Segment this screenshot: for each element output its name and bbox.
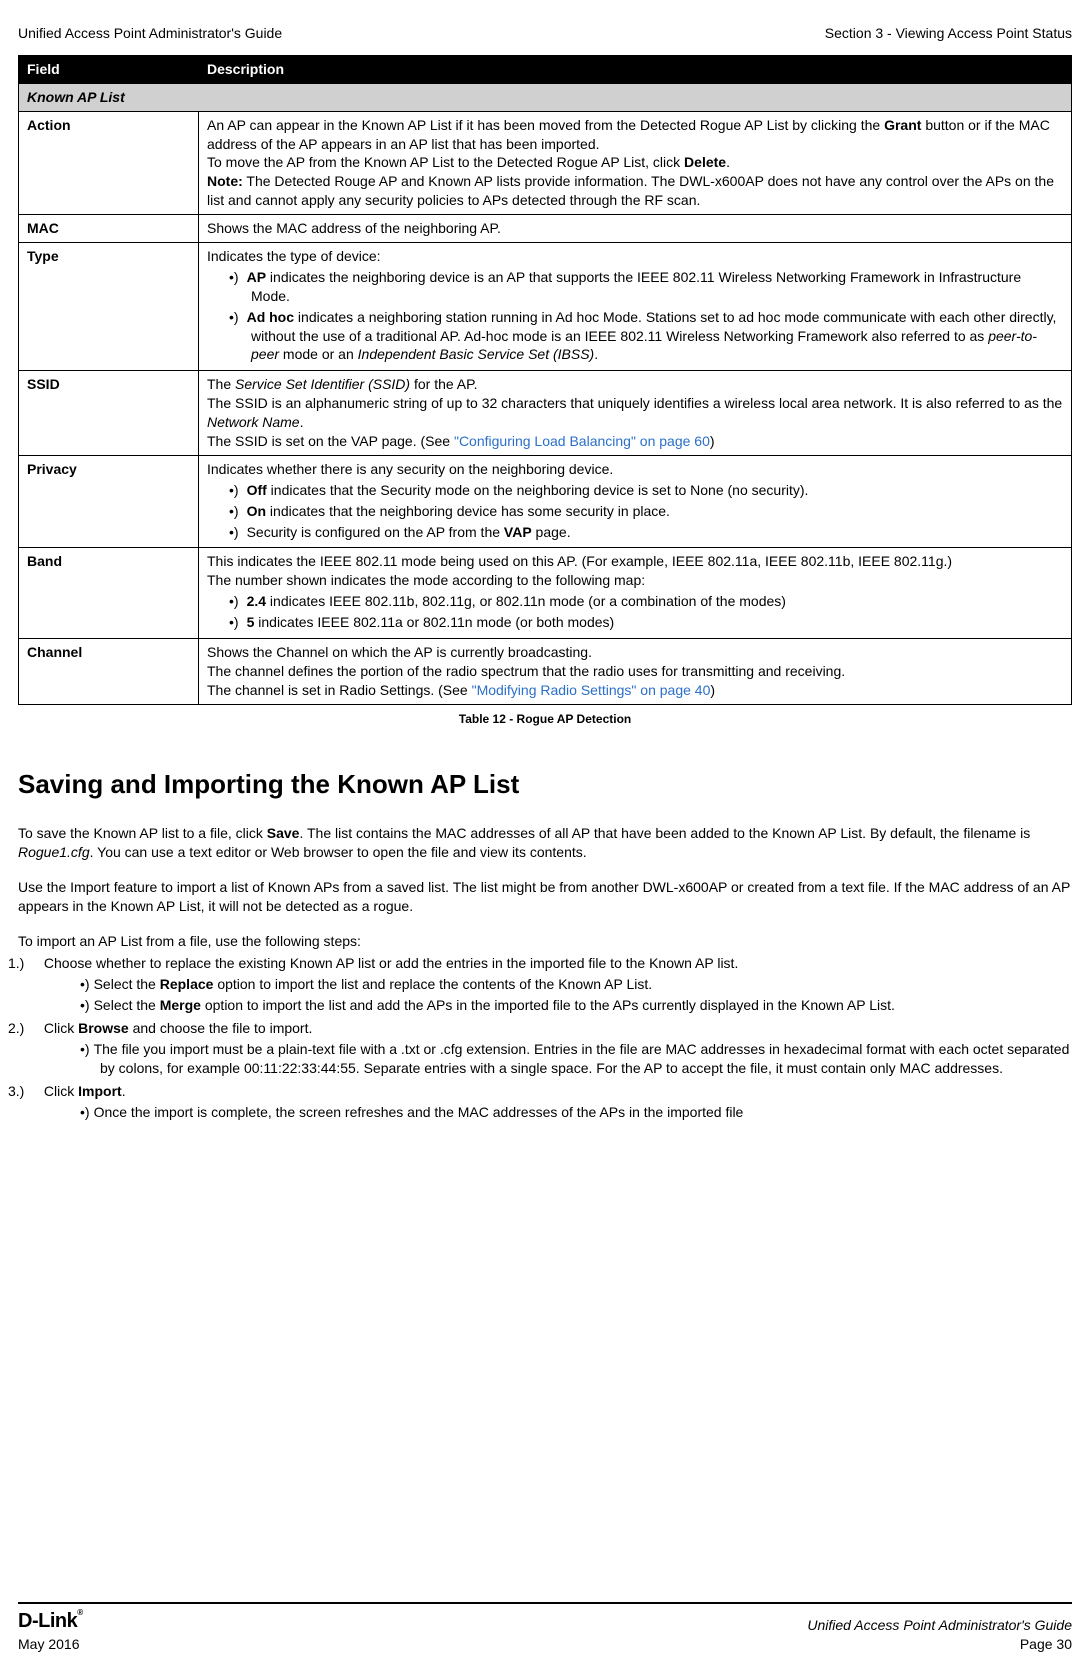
row-label: MAC [19, 215, 199, 243]
row-desc: Indicates the type of device: AP indicat… [199, 243, 1072, 371]
header-left: Unified Access Point Administrator's Gui… [18, 24, 282, 43]
step-item: Choose whether to replace the existing K… [40, 954, 1072, 1015]
table-caption: Table 12 - Rogue AP Detection [18, 711, 1072, 727]
table-row: Privacy Indicates whether there is any s… [19, 455, 1072, 548]
table-row: Type Indicates the type of device: AP in… [19, 243, 1072, 371]
footer-title: Unified Access Point Administrator's Gui… [807, 1616, 1072, 1635]
link-radio-settings[interactable]: "Modifying Radio Settings" on page 40 [472, 682, 711, 698]
row-label: Band [19, 548, 199, 639]
footer-date: May 2016 [18, 1635, 83, 1654]
th-desc: Description [199, 55, 1072, 83]
row-desc: Shows the Channel on which the AP is cur… [199, 639, 1072, 705]
table-row: MAC Shows the MAC address of the neighbo… [19, 215, 1072, 243]
row-desc: Indicates whether there is any security … [199, 455, 1072, 548]
row-desc: Shows the MAC address of the neighboring… [199, 215, 1072, 243]
header-right: Section 3 - Viewing Access Point Status [825, 24, 1072, 43]
footer-page: Page 30 [807, 1635, 1072, 1654]
paragraph: Use the Import feature to import a list … [18, 878, 1072, 916]
table-row: Channel Shows the Channel on which the A… [19, 639, 1072, 705]
row-desc: An AP can appear in the Known AP List if… [199, 111, 1072, 214]
row-desc: This indicates the IEEE 802.11 mode bein… [199, 548, 1072, 639]
page-footer: D-Link® May 2016 Unified Access Point Ad… [18, 1602, 1072, 1654]
row-label: Channel [19, 639, 199, 705]
steps-list: Choose whether to replace the existing K… [18, 954, 1072, 1121]
row-label: Privacy [19, 455, 199, 548]
page-header: Unified Access Point Administrator's Gui… [18, 24, 1072, 43]
rogue-ap-table: Field Description Known AP List Action A… [18, 55, 1072, 705]
table-row: Action An AP can appear in the Known AP … [19, 111, 1072, 214]
paragraph: To import an AP List from a file, use th… [18, 932, 1072, 951]
row-desc: The Service Set Identifier (SSID) for th… [199, 371, 1072, 456]
link-load-balancing[interactable]: "Configuring Load Balancing" on page 60 [454, 433, 710, 449]
table-row: Band This indicates the IEEE 802.11 mode… [19, 548, 1072, 639]
subheader-row: Known AP List [19, 83, 1072, 111]
paragraph: To save the Known AP list to a file, cli… [18, 824, 1072, 862]
th-field: Field [19, 55, 199, 83]
section-title: Saving and Importing the Known AP List [18, 767, 1072, 802]
dlink-logo: D-Link® [18, 1608, 83, 1635]
subheader-cell: Known AP List [19, 83, 1072, 111]
row-label: SSID [19, 371, 199, 456]
table-row: SSID The Service Set Identifier (SSID) f… [19, 371, 1072, 456]
row-label: Action [19, 111, 199, 214]
step-item: Click Browse and choose the file to impo… [40, 1019, 1072, 1078]
row-label: Type [19, 243, 199, 371]
step-item: Click Import. Once the import is complet… [40, 1082, 1072, 1122]
